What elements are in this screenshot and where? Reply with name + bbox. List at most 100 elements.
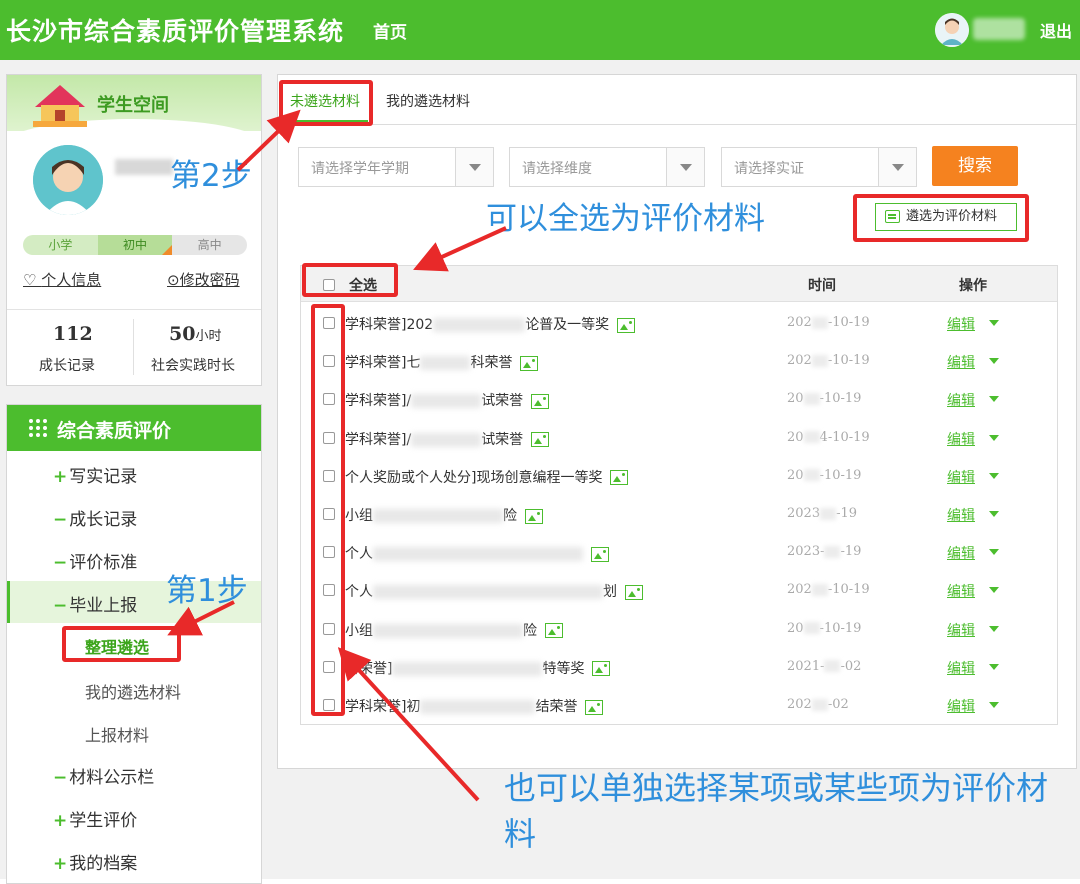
caret-down-icon[interactable] [989, 587, 999, 594]
menu-item-graduation-report[interactable]: − 毕业上报 [53, 591, 137, 616]
grade-primary: 小学 [23, 235, 98, 255]
row-title: 小组险 [345, 505, 543, 525]
logout-link[interactable]: 退出 [1040, 18, 1072, 42]
table-row[interactable]: 科荣誉] 特等奖 2021- -02 编辑 [301, 648, 1057, 686]
image-icon[interactable] [525, 508, 543, 524]
evidence-select[interactable]: 请选择实证 [721, 147, 917, 187]
caret-down-icon[interactable] [989, 702, 999, 708]
redacted-text [803, 392, 820, 405]
redacted-text [811, 354, 828, 367]
user-name-redacted [973, 18, 1025, 40]
caret-down-icon[interactable] [989, 358, 999, 365]
row-title: 学科荣誉]/试荣誉 [345, 429, 550, 449]
chevron-down-icon[interactable] [878, 148, 916, 186]
row-title: 小组险 [345, 620, 563, 640]
chevron-down-icon[interactable] [666, 148, 704, 186]
row-date: 202 -10-19 [787, 582, 870, 598]
image-icon[interactable] [617, 317, 636, 333]
image-icon[interactable] [520, 355, 539, 371]
user-avatar-icon[interactable] [935, 13, 969, 47]
redacted-text [824, 545, 841, 558]
table-row[interactable]: 学科荣誉]/试荣誉 20 4-10-19 编辑 [301, 419, 1057, 457]
dimension-select[interactable]: 请选择维度 [509, 147, 705, 187]
image-icon[interactable] [545, 623, 563, 639]
caret-down-icon[interactable] [989, 472, 999, 479]
menu-item-bulletin[interactable]: − 材料公示栏 [53, 763, 154, 788]
row-date: 20 4-10-19 [787, 429, 870, 445]
search-button[interactable]: 搜索 [932, 146, 1018, 186]
table-row[interactable]: 个人 2023- -19 编辑 [301, 533, 1057, 571]
row-edit-link[interactable]: 编辑 [947, 658, 975, 678]
table-row[interactable]: 个人划 202 -10-19 编辑 [301, 571, 1057, 609]
chevron-down-icon[interactable] [455, 148, 493, 186]
row-date: 202 -02 [787, 697, 849, 712]
table-row[interactable]: 个人奖励或个人处分]现场创意编程一等奖 20 -10-19 编辑 [301, 457, 1057, 495]
grade-middle: 初中 [97, 235, 173, 255]
table-header: 全选 时间 操作 [301, 266, 1057, 302]
row-edit-link[interactable]: 编辑 [947, 314, 975, 334]
redacted-text [803, 431, 820, 444]
row-edit-link[interactable]: 编辑 [947, 390, 975, 410]
table-row[interactable]: 学科荣誉]202 论普及一等奖 202 -10-19 编辑 [301, 304, 1057, 342]
term-select[interactable]: 请选择学年学期 [298, 147, 494, 187]
image-icon[interactable] [610, 470, 629, 486]
row-title: 学科荣誉]初 结荣誉 [345, 696, 604, 716]
nav-home-link[interactable]: 首页 [373, 18, 407, 43]
table-row[interactable]: 学科荣誉]初 结荣誉 202 -02 编辑 [301, 686, 1057, 724]
grade-high: 高中 [172, 235, 247, 255]
change-password-link[interactable]: ⊙修改密码 [167, 269, 240, 290]
caret-down-icon[interactable] [989, 511, 999, 517]
image-icon[interactable] [591, 546, 609, 562]
menu-item-growth-record[interactable]: − 成长记录 [53, 505, 137, 530]
redacted-text [392, 661, 543, 676]
app-title: 长沙市综合素质评价管理系统 [6, 17, 345, 46]
redacted-text [373, 547, 583, 562]
menu-item-my-archive[interactable]: + 我的档案 [53, 849, 137, 874]
menu-item-student-evaluation[interactable]: + 学生评价 [53, 806, 137, 831]
image-icon[interactable] [531, 432, 550, 448]
tab-my-selected-material[interactable]: 我的遴选材料 [386, 91, 470, 111]
redacted-text [373, 509, 503, 523]
redacted-text [811, 583, 828, 596]
caret-down-icon[interactable] [989, 396, 999, 403]
row-date: 20 -10-19 [787, 620, 862, 636]
row-edit-link[interactable]: 编辑 [947, 352, 975, 372]
row-edit-link[interactable]: 编辑 [947, 620, 975, 640]
caret-down-icon[interactable] [989, 663, 999, 670]
caret-down-icon[interactable] [989, 625, 999, 632]
row-title: 个人奖励或个人处分]现场创意编程一等奖 [345, 467, 629, 487]
caret-down-icon[interactable] [989, 320, 999, 326]
table-row[interactable]: 学科荣誉]七 科荣誉 202 -10-19 编辑 [301, 342, 1057, 380]
redacted-text [411, 432, 482, 447]
redacted-text [420, 356, 471, 371]
menu-item-fact-record[interactable]: + 写实记录 [53, 462, 137, 487]
table-row[interactable]: 小组险 2023 -19 编辑 [301, 495, 1057, 533]
image-icon[interactable] [592, 661, 611, 677]
grade-level-bar: 小学 初中 高中 [23, 235, 247, 255]
row-title: 个人 [345, 543, 609, 563]
annotation-step2: 第2步 [170, 158, 252, 194]
submenu-item-reported[interactable]: 上报材料 [85, 722, 149, 746]
table-row[interactable]: 小组险 20 -10-19 编辑 [301, 610, 1057, 648]
growth-record-label: 成长记录 [39, 358, 95, 374]
submenu-item-my-selected[interactable]: 我的遴选材料 [85, 679, 181, 703]
row-date: 2023- -19 [787, 544, 862, 560]
material-table: 全选 时间 操作 学科荣誉]202 论普及一等奖 202 -10-19 编辑 学科荣誉]七… [300, 265, 1058, 725]
image-icon[interactable] [531, 393, 550, 409]
row-edit-link[interactable]: 编辑 [947, 429, 975, 449]
row-edit-link[interactable]: 编辑 [947, 696, 975, 716]
redacted-text [420, 700, 536, 714]
personal-info-link[interactable]: ♡ 个人信息 [23, 269, 101, 290]
image-icon[interactable] [625, 584, 643, 600]
menu-item-evaluation-standard[interactable]: − 评价标准 [53, 548, 137, 573]
row-edit-link[interactable]: 编辑 [947, 467, 975, 487]
image-icon[interactable] [585, 699, 604, 715]
redacted-text [411, 394, 482, 409]
row-edit-link[interactable]: 编辑 [947, 505, 975, 525]
table-row[interactable]: 学科荣誉]/试荣誉 20 -10-19 编辑 [301, 380, 1057, 418]
row-edit-link[interactable]: 编辑 [947, 581, 975, 601]
row-edit-link[interactable]: 编辑 [947, 543, 975, 563]
caret-down-icon[interactable] [989, 434, 999, 441]
redacted-text [811, 698, 828, 711]
caret-down-icon[interactable] [989, 549, 999, 556]
